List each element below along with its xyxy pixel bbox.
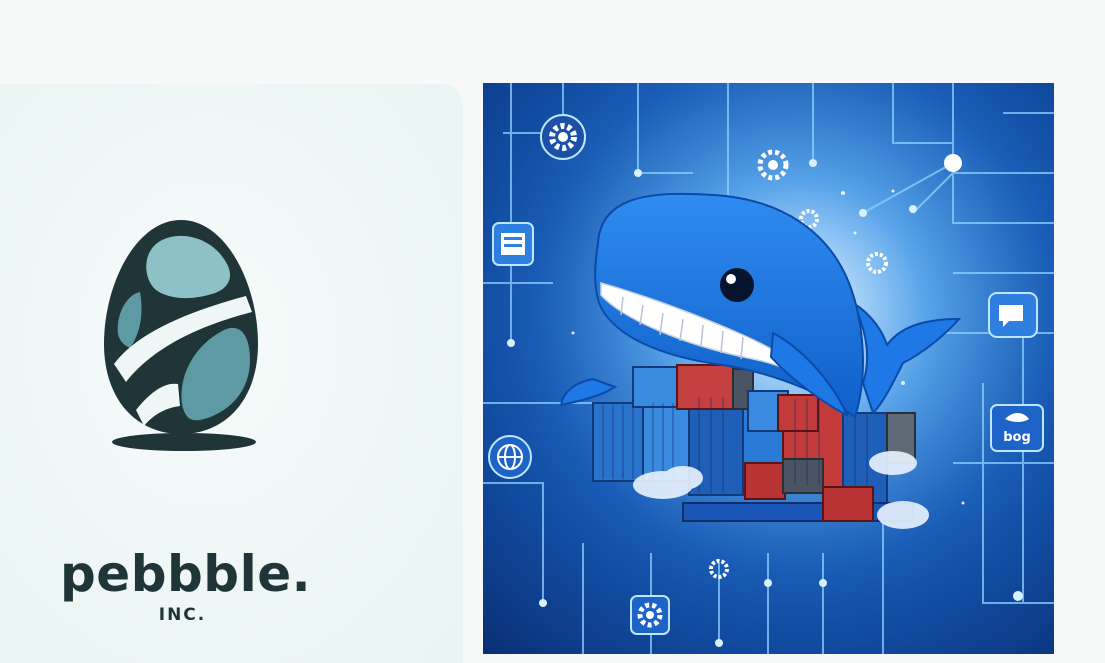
- page: pebbble. INC. bog: [0, 0, 1105, 663]
- logo-card: pebbble. INC.: [0, 84, 463, 663]
- document-icon: [492, 222, 534, 266]
- brand-name: pebbble.: [60, 545, 312, 603]
- gear-icon: [540, 114, 586, 160]
- gear-icon: [630, 595, 670, 635]
- artwork-svg: bog: [483, 83, 1054, 654]
- pebble-logo-icon: [104, 220, 258, 451]
- brand-suffix: INC.: [158, 605, 207, 625]
- bog-tag: bog: [990, 404, 1044, 452]
- bog-tag-label: bog: [1003, 430, 1031, 445]
- whale-containers-artwork: bog: [483, 83, 1054, 654]
- chat-icon: [988, 292, 1038, 338]
- globe-icon: [488, 435, 532, 479]
